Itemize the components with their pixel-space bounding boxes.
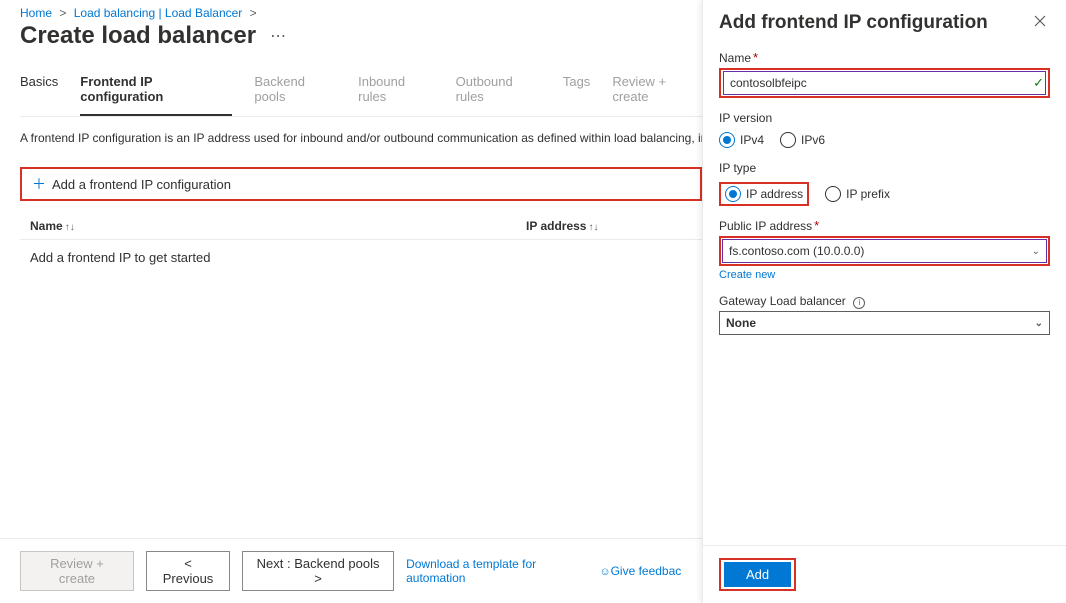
add-frontend-ip-label: Add a frontend IP configuration xyxy=(52,177,231,192)
ip-type-label: IP type xyxy=(719,161,756,175)
gateway-lb-label: Gateway Load balancer xyxy=(719,294,846,308)
tab-basics[interactable]: Basics xyxy=(20,74,58,116)
add-frontend-ip-panel: Add frontend IP configuration Name* ✓ IP… xyxy=(702,0,1066,603)
download-template-link[interactable]: Download a template for automation xyxy=(406,557,587,585)
review-create-button: Review + create xyxy=(20,551,134,591)
tab-list: Basics Frontend IP configuration Backend… xyxy=(20,74,702,117)
sort-arrow-up-icon: ↑↓ xyxy=(588,222,598,233)
tab-frontend-ip[interactable]: Frontend IP configuration xyxy=(80,74,232,116)
radio-ip-prefix[interactable]: IP prefix xyxy=(825,186,890,202)
required-indicator: * xyxy=(814,218,819,233)
public-ip-label: Public IP address xyxy=(719,219,812,233)
gateway-lb-select[interactable]: None ⌄ xyxy=(719,311,1050,335)
info-icon[interactable]: i xyxy=(853,297,865,309)
feedback-icon: ☺ xyxy=(599,566,610,578)
radio-icon xyxy=(725,186,741,202)
table-empty-message: Add a frontend IP to get started xyxy=(20,240,702,275)
name-input[interactable] xyxy=(723,71,1046,95)
radio-ipv6[interactable]: IPv6 xyxy=(780,132,825,148)
give-feedback-link[interactable]: ☺Give feedback xyxy=(599,564,682,578)
radio-icon xyxy=(719,132,735,148)
page-title: Create load balancer xyxy=(20,22,256,50)
frontend-table-header: Name↑↓ IP address↑↓ xyxy=(20,219,702,240)
column-header-name[interactable]: Name↑↓ xyxy=(30,219,526,233)
required-indicator: * xyxy=(753,50,758,65)
previous-button[interactable]: < Previous xyxy=(146,551,230,591)
add-button[interactable]: Add xyxy=(724,562,791,587)
public-ip-select[interactable]: fs.contoso.com (10.0.0.0) ⌄ xyxy=(722,239,1047,263)
frontend-description: A frontend IP configuration is an IP add… xyxy=(20,131,702,145)
checkmark-icon: ✓ xyxy=(1033,75,1044,91)
chevron-right-icon: > xyxy=(246,6,261,20)
breadcrumb-home[interactable]: Home xyxy=(20,6,52,20)
tab-backend-pools: Backend pools xyxy=(254,74,336,116)
next-button[interactable]: Next : Backend pools > xyxy=(242,551,394,591)
breadcrumb-loadbalancing[interactable]: Load balancing | Load Balancer xyxy=(74,6,243,20)
tab-inbound-rules: Inbound rules xyxy=(358,74,434,116)
tab-tags: Tags xyxy=(563,74,590,116)
radio-icon xyxy=(825,186,841,202)
chevron-down-icon: ⌄ xyxy=(1032,246,1040,257)
plus-icon: ＋ xyxy=(32,174,46,194)
footer-bar: Review + create < Previous Next : Backen… xyxy=(0,538,702,603)
radio-ip-address[interactable]: IP address xyxy=(725,186,803,202)
breadcrumb: Home > Load balancing | Load Balancer > xyxy=(20,6,702,20)
sort-arrow-up-icon: ↑↓ xyxy=(65,222,75,233)
close-icon xyxy=(1034,15,1046,27)
chevron-down-icon: ⌄ xyxy=(1035,318,1043,329)
tab-outbound-rules: Outbound rules xyxy=(456,74,541,116)
column-header-ip-address[interactable]: IP address↑↓ xyxy=(526,219,686,233)
create-new-public-ip-link[interactable]: Create new xyxy=(719,269,775,281)
add-frontend-ip-button[interactable]: ＋ Add a frontend IP configuration xyxy=(28,171,235,197)
ip-version-label: IP version xyxy=(719,111,772,125)
panel-title: Add frontend IP configuration xyxy=(719,12,988,34)
name-label: Name xyxy=(719,51,751,65)
more-actions-button[interactable]: ⋯ xyxy=(266,26,290,46)
tab-review-create: Review + create xyxy=(612,74,702,116)
close-panel-button[interactable] xyxy=(1030,12,1050,33)
radio-ipv4[interactable]: IPv4 xyxy=(719,132,764,148)
radio-icon xyxy=(780,132,796,148)
chevron-right-icon: > xyxy=(55,6,70,20)
